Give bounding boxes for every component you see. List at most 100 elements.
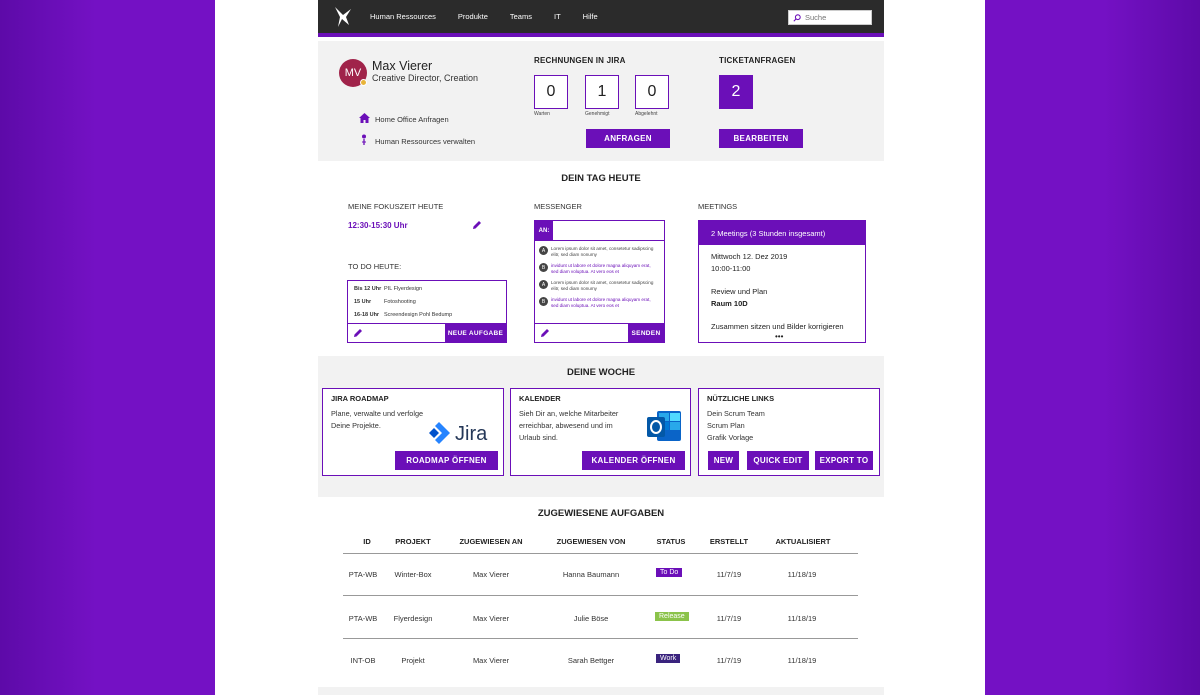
sender-avatar: A	[539, 280, 548, 289]
cell-assigned-by: Julie Böse	[573, 614, 609, 623]
profile-name: Max Vierer	[372, 59, 433, 73]
status-badge: To Do	[656, 568, 683, 577]
bird-logo-icon[interactable]	[328, 2, 358, 32]
card-text-line: Sieh Dir an, welche Mitarbeiter	[519, 409, 619, 418]
todo-item[interactable]: 16-18 Uhr Screendesign Pohl Bedump	[354, 312, 452, 318]
todo-time: 15 Uhr	[354, 299, 372, 305]
nav-link-produkte[interactable]: Produkte	[458, 12, 488, 21]
message-item: B invidunt ut labore et dolore magna ali…	[539, 297, 659, 309]
calendar-open-button[interactable]: KALENDER ÖFFNEN	[582, 451, 685, 470]
cell-id: PTA-WB	[348, 570, 378, 579]
new-task-button[interactable]: NEUE AUFGABE	[445, 324, 506, 342]
sender-avatar: A	[539, 246, 548, 255]
card-text: Sieh Dir an, welche Mitarbeiter erreichb…	[519, 408, 618, 444]
search-input[interactable]	[805, 13, 865, 22]
search-box[interactable]	[788, 10, 872, 25]
card-title: KALENDER	[519, 394, 561, 403]
send-button[interactable]: SENDEN	[628, 324, 664, 342]
col-header-updated[interactable]: AKTUALISIERT	[768, 537, 838, 546]
tasks-title: ZUGEWIESENE AUFGABEN	[537, 508, 665, 519]
quick-edit-button[interactable]: QUICK EDIT	[747, 451, 809, 470]
col-header-assigned-to[interactable]: ZUGEWIESEN AN	[448, 537, 534, 546]
sender-avatar: B	[539, 263, 548, 272]
link-scrum-plan[interactable]: Scrum Plan	[707, 420, 765, 432]
cell-updated: 11/18/19	[787, 570, 817, 579]
message-text: invidunt ut labore et dolore magna aliqu…	[551, 263, 651, 274]
todo-label: TO DO HEUTE:	[348, 262, 402, 271]
cell-id: INT-OB	[350, 656, 376, 665]
todo-time: 16-18 Uhr	[354, 312, 380, 318]
nav-link-it[interactable]: IT	[554, 12, 561, 21]
cell-id: PTA-WB	[348, 614, 378, 623]
col-header-id[interactable]: ID	[360, 537, 374, 546]
ticket-requests-title: TICKETANFRAGEN	[719, 56, 796, 65]
todo-task: Screendesign Pohl Bedump	[384, 312, 453, 318]
jira-icon	[429, 422, 450, 444]
cell-assigned-to: Max Vierer	[472, 656, 510, 665]
day-section: DEIN TAG HEUTE MEINE FOKUSZEIT HEUTE 12:…	[318, 161, 884, 356]
hr-manage-link[interactable]: Human Ressources verwalten	[358, 134, 475, 148]
new-button[interactable]: NEW	[708, 451, 739, 470]
jira-wordmark: Jira	[455, 422, 488, 445]
message-text: Lorem ipsum dolor sit amet, consetetur s…	[551, 246, 654, 257]
roadmap-open-button[interactable]: ROADMAP ÖFFNEN	[395, 451, 498, 470]
anfragen-button[interactable]: ANFRAGEN	[586, 129, 670, 148]
card-text: Dein Scrum Team Scrum Plan Grafik Vorlag…	[707, 408, 765, 444]
col-header-projekt[interactable]: PROJEKT	[390, 537, 436, 546]
message-item: A Lorem ipsum dolor sit amet, consetetur…	[539, 280, 659, 292]
status-dot	[360, 79, 367, 86]
status-badge: Work	[656, 654, 681, 663]
jira-invoices-title: RECHNUNGEN IN JIRA	[534, 56, 626, 65]
card-title: NÜTZLICHE LINKS	[707, 394, 775, 403]
col-header-status[interactable]: STATUS	[650, 537, 692, 546]
link-grafik-vorlage[interactable]: Grafik Vorlage	[707, 432, 765, 444]
home-office-link[interactable]: Home Office Anfragen	[358, 113, 449, 126]
nav-link-teams[interactable]: Teams	[510, 12, 532, 21]
meetings-header[interactable]: 2 Meetings (3 Stunden insgesamt)	[699, 221, 865, 245]
todo-pencil-icon[interactable]	[353, 328, 363, 340]
counter-approved: 1	[585, 75, 619, 109]
card-text-line: Deine Projekte.	[331, 421, 381, 430]
todo-item[interactable]: 15 Uhr Fotoshooting	[354, 299, 416, 305]
nav-link-human-ressources[interactable]: Human Ressources	[370, 12, 436, 21]
cell-project: Flyerdesign	[393, 614, 433, 623]
table-divider	[343, 638, 858, 639]
focus-time: 12:30-15:30 Uhr	[348, 221, 408, 230]
message-pencil-icon[interactable]	[540, 328, 550, 340]
card-text-line: Urlaub sind.	[519, 433, 558, 442]
messenger-label: MESSENGER	[534, 202, 582, 211]
message-item: B invidunt ut labore et dolore magna ali…	[539, 263, 659, 275]
calendar-card: KALENDER Sieh Dir an, welche Mitarbeiter…	[510, 388, 691, 476]
counter-waiting-label: Warten	[534, 111, 550, 117]
more-dots-icon[interactable]: •••	[775, 332, 783, 341]
cell-created: 11/7/19	[716, 570, 742, 579]
cell-assigned-by: Sarah Bettger	[567, 656, 615, 665]
export-to-button[interactable]: EXPORT TO	[815, 451, 873, 470]
col-header-assigned-by[interactable]: ZUGEWIESEN VON	[546, 537, 636, 546]
outlook-icon	[645, 409, 683, 447]
col-header-created[interactable]: ERSTELLT	[706, 537, 752, 546]
nav-link-hilfe[interactable]: Hilfe	[583, 12, 598, 21]
todo-item[interactable]: Bis 12 Uhr PIL Flyerdesign	[354, 286, 422, 292]
message-input-bar[interactable]: SENDEN	[535, 323, 664, 342]
message-item: A Lorem ipsum dolor sit amet, consetetur…	[539, 246, 659, 258]
todo-task: PIL Flyerdesign	[384, 286, 423, 292]
recipient-label: AN:	[535, 221, 553, 240]
card-title: JIRA ROADMAP	[331, 394, 389, 403]
meeting-description: Zusammen sitzen und Bilder korrigieren	[711, 322, 844, 331]
card-text: Plane, verwalte und verfolge Deine Proje…	[331, 408, 423, 432]
todo-task: Fotoshooting	[384, 299, 416, 305]
status-badge: Release	[655, 612, 689, 621]
link-scrum-team[interactable]: Dein Scrum Team	[707, 408, 765, 420]
bearbeiten-button[interactable]: BEARBEITEN	[719, 129, 803, 148]
hr-manage-label: Human Ressources verwalten	[375, 136, 476, 146]
cell-created: 11/7/19	[716, 656, 742, 665]
cell-assigned-to: Max Vierer	[472, 614, 510, 623]
todo-time: Bis 12 Uhr	[354, 286, 382, 292]
edit-focus-pencil-icon[interactable]	[472, 220, 482, 232]
counter-rejected: 0	[635, 75, 669, 109]
messenger-recipient-field[interactable]: AN:	[535, 221, 664, 241]
meeting-time: 10:00-11:00	[711, 264, 751, 273]
sender-avatar: B	[539, 297, 548, 306]
ticket-count: 2	[719, 75, 753, 109]
